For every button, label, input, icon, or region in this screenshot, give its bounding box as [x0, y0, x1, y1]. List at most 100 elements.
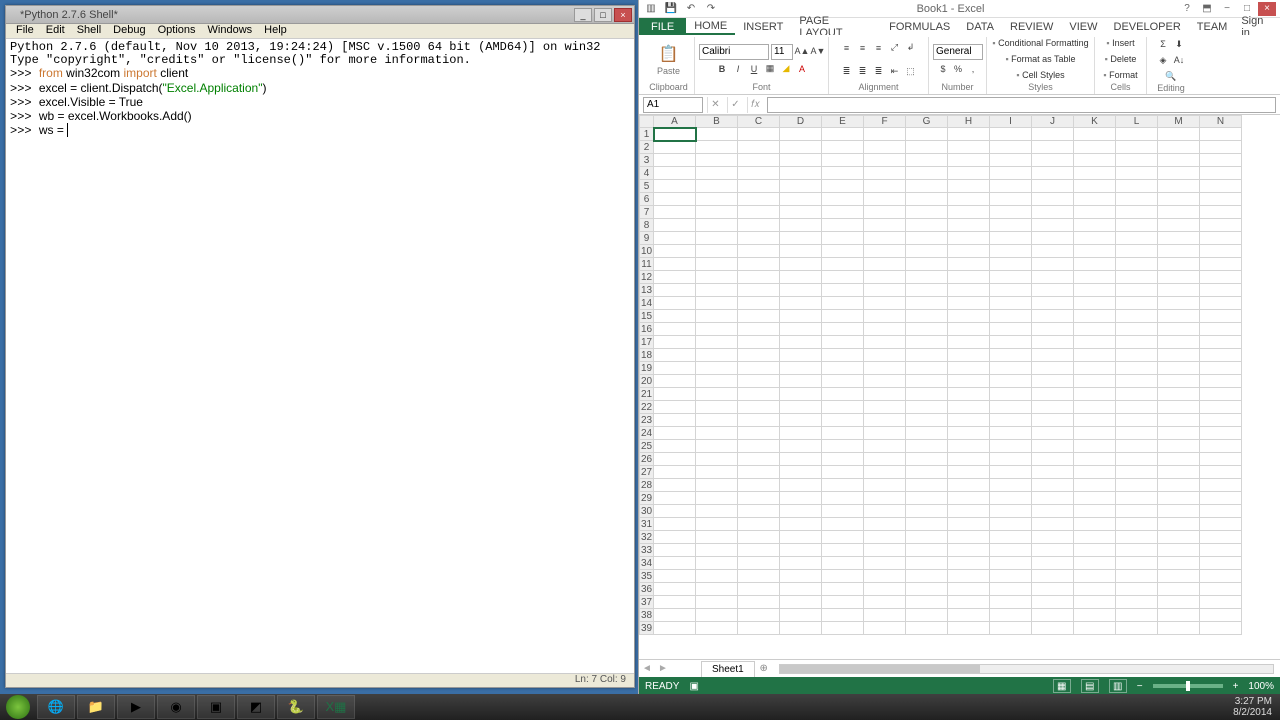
cell[interactable]	[1200, 440, 1242, 453]
cell[interactable]	[822, 232, 864, 245]
cell[interactable]	[780, 141, 822, 154]
cell[interactable]	[1074, 531, 1116, 544]
cell[interactable]	[1074, 427, 1116, 440]
cell[interactable]	[780, 284, 822, 297]
cell[interactable]	[738, 609, 780, 622]
cell[interactable]	[696, 531, 738, 544]
worksheet-grid[interactable]: ABCDEFGHIJKLMN12345678910111213141516171…	[639, 115, 1280, 659]
cell[interactable]	[780, 219, 822, 232]
cell[interactable]	[696, 297, 738, 310]
cell[interactable]	[696, 414, 738, 427]
cell[interactable]	[990, 362, 1032, 375]
cell[interactable]	[654, 154, 696, 167]
cell[interactable]	[1116, 375, 1158, 388]
delete-cells-button[interactable]: Delete	[1105, 53, 1137, 66]
cell[interactable]	[948, 128, 990, 141]
cell[interactable]	[654, 167, 696, 180]
cell[interactable]	[1200, 245, 1242, 258]
cell[interactable]	[1074, 414, 1116, 427]
cell[interactable]	[1074, 180, 1116, 193]
cell[interactable]	[780, 518, 822, 531]
cell[interactable]	[696, 479, 738, 492]
cell[interactable]	[990, 622, 1032, 635]
cell[interactable]	[654, 622, 696, 635]
cell[interactable]	[864, 492, 906, 505]
cell[interactable]	[738, 401, 780, 414]
cell[interactable]	[822, 167, 864, 180]
cell[interactable]	[1074, 297, 1116, 310]
cell[interactable]	[822, 570, 864, 583]
cell[interactable]	[948, 167, 990, 180]
cell[interactable]	[1074, 557, 1116, 570]
cell[interactable]	[1158, 271, 1200, 284]
cell[interactable]	[738, 479, 780, 492]
cell[interactable]	[1158, 206, 1200, 219]
cell[interactable]	[696, 505, 738, 518]
cell[interactable]	[1074, 128, 1116, 141]
cell[interactable]	[1200, 492, 1242, 505]
cell[interactable]	[1032, 596, 1074, 609]
cell[interactable]	[696, 323, 738, 336]
taskbar-app1-icon[interactable]: ◩	[237, 695, 275, 719]
cell[interactable]	[1032, 401, 1074, 414]
cell[interactable]	[654, 336, 696, 349]
cell[interactable]	[1200, 271, 1242, 284]
select-all-corner[interactable]	[640, 116, 654, 128]
cell[interactable]	[864, 297, 906, 310]
cell[interactable]	[696, 180, 738, 193]
cell[interactable]	[780, 128, 822, 141]
align-bot-icon[interactable]: ≡	[872, 41, 886, 55]
cell[interactable]	[696, 609, 738, 622]
orientation-icon[interactable]: ⤢	[888, 41, 902, 55]
cell[interactable]	[864, 596, 906, 609]
cell[interactable]	[1032, 414, 1074, 427]
cell[interactable]	[990, 596, 1032, 609]
cell[interactable]	[1032, 609, 1074, 622]
cell[interactable]	[990, 323, 1032, 336]
cell[interactable]	[864, 362, 906, 375]
cell[interactable]	[1074, 596, 1116, 609]
paste-label[interactable]: Paste	[657, 66, 680, 76]
cell[interactable]	[1200, 336, 1242, 349]
cell[interactable]	[696, 427, 738, 440]
fill-icon[interactable]: ⬇	[1172, 37, 1186, 51]
cell[interactable]	[864, 258, 906, 271]
cell[interactable]	[1200, 180, 1242, 193]
cell[interactable]	[654, 245, 696, 258]
cell[interactable]	[1116, 479, 1158, 492]
cell[interactable]	[906, 258, 948, 271]
align-right-icon[interactable]: ≣	[872, 64, 886, 78]
clear-icon[interactable]: ◈	[1156, 53, 1170, 67]
cell[interactable]	[1116, 258, 1158, 271]
cell[interactable]	[822, 258, 864, 271]
row-header[interactable]: 13	[640, 284, 654, 297]
col-header[interactable]: J	[1032, 116, 1074, 128]
cell[interactable]	[1158, 557, 1200, 570]
cell[interactable]	[696, 544, 738, 557]
row-header[interactable]: 36	[640, 583, 654, 596]
cell[interactable]	[906, 479, 948, 492]
python-output-area[interactable]: Python 2.7.6 (default, Nov 10 2013, 19:2…	[6, 39, 634, 673]
cell[interactable]	[1032, 219, 1074, 232]
cell[interactable]	[1200, 154, 1242, 167]
row-header[interactable]: 25	[640, 440, 654, 453]
cell[interactable]	[1200, 388, 1242, 401]
cell[interactable]	[864, 206, 906, 219]
cell[interactable]	[990, 375, 1032, 388]
cell[interactable]	[1200, 362, 1242, 375]
cell[interactable]	[1200, 583, 1242, 596]
row-header[interactable]: 3	[640, 154, 654, 167]
cell[interactable]	[948, 375, 990, 388]
cell[interactable]	[696, 219, 738, 232]
cell[interactable]	[906, 349, 948, 362]
cell[interactable]	[654, 141, 696, 154]
cell[interactable]	[948, 544, 990, 557]
cell[interactable]	[948, 518, 990, 531]
cell[interactable]	[948, 336, 990, 349]
cell[interactable]	[654, 518, 696, 531]
cell[interactable]	[1116, 622, 1158, 635]
sheet-nav-prev[interactable]: ◄	[639, 663, 655, 674]
cell[interactable]	[1158, 453, 1200, 466]
cell[interactable]	[990, 388, 1032, 401]
cell[interactable]	[1116, 349, 1158, 362]
